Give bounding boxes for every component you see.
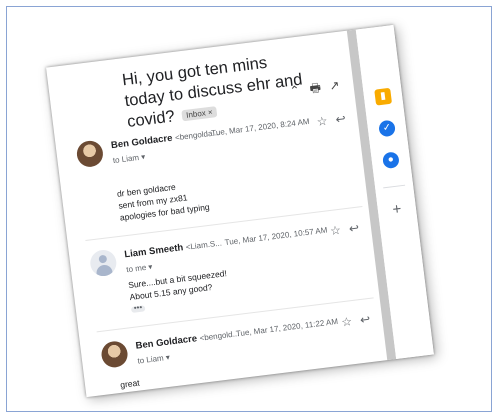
star-icon[interactable]: ☆ [340, 314, 352, 329]
keep-icon[interactable]: ▮ [374, 87, 393, 106]
inbox-label-chip[interactable]: Inbox × [181, 106, 218, 122]
reply-icon[interactable]: ↩ [335, 111, 347, 126]
sender-name[interactable]: Liam Smeeth [124, 242, 184, 260]
message-body: Sure....but a bit squeezed! About 5.15 a… [127, 267, 228, 303]
contacts-icon[interactable]: ● [382, 151, 400, 170]
sender-address: <Liam.S... [185, 238, 223, 252]
inbox-label-text: Inbox [185, 108, 207, 120]
sender-line: Liam Smeeth <Liam.S... [124, 237, 223, 260]
reply-icon[interactable]: ↩ [359, 312, 371, 327]
avatar[interactable] [75, 139, 105, 169]
message-date: Tue, Mar 17, 2020, 10:57 AM [224, 225, 328, 248]
thread-view: Hi, you got ten mins today to discuss eh… [46, 31, 392, 397]
add-addon-icon[interactable]: + [388, 200, 406, 219]
message-date: Tue, Mar 17, 2020, 11:22 AM [235, 316, 339, 339]
sender-line: Ben Goldacre <bengold... [135, 328, 240, 352]
open-in-new-window-icon[interactable]: ↗ [329, 78, 341, 93]
sender-address: <bengold... [199, 329, 240, 343]
collapse-icon[interactable]: ⌃ [289, 83, 301, 98]
side-panel-divider [383, 184, 406, 189]
recipient-toggle[interactable]: to me ▾ [126, 262, 153, 274]
tasks-icon[interactable]: ✓ [378, 119, 396, 138]
subject-text: Hi, you got ten mins today to discuss eh… [121, 53, 304, 132]
recipient-toggle[interactable]: to Liam ▾ [137, 353, 170, 366]
chip-close-icon[interactable]: × [207, 108, 213, 118]
avatar[interactable] [100, 339, 130, 369]
show-trimmed-content-button[interactable]: ••• [130, 303, 146, 313]
star-icon[interactable]: ☆ [316, 114, 328, 129]
gmail-thread-window: Hi, you got ten mins today to discuss eh… [46, 24, 434, 398]
sender-line: Ben Goldacre <bengolda... [110, 127, 219, 151]
person-icon [98, 254, 108, 264]
default-avatar[interactable] [88, 248, 118, 278]
sender-name[interactable]: Ben Goldacre [135, 333, 198, 351]
figure-frame: Hi, you got ten mins today to discuss eh… [6, 6, 492, 412]
recipient-toggle[interactable]: to Liam ▾ [112, 152, 145, 165]
sender-name[interactable]: Ben Goldacre [110, 133, 173, 151]
message-body: great [120, 377, 141, 391]
star-icon[interactable]: ☆ [329, 223, 341, 238]
print-icon[interactable]: 🖶 [309, 80, 322, 95]
reply-icon[interactable]: ↩ [348, 221, 360, 236]
body-line: great [119, 377, 141, 390]
message-body: dr ben goldacre sent from my zx81 apolog… [116, 177, 210, 224]
person-icon-body [95, 264, 113, 278]
